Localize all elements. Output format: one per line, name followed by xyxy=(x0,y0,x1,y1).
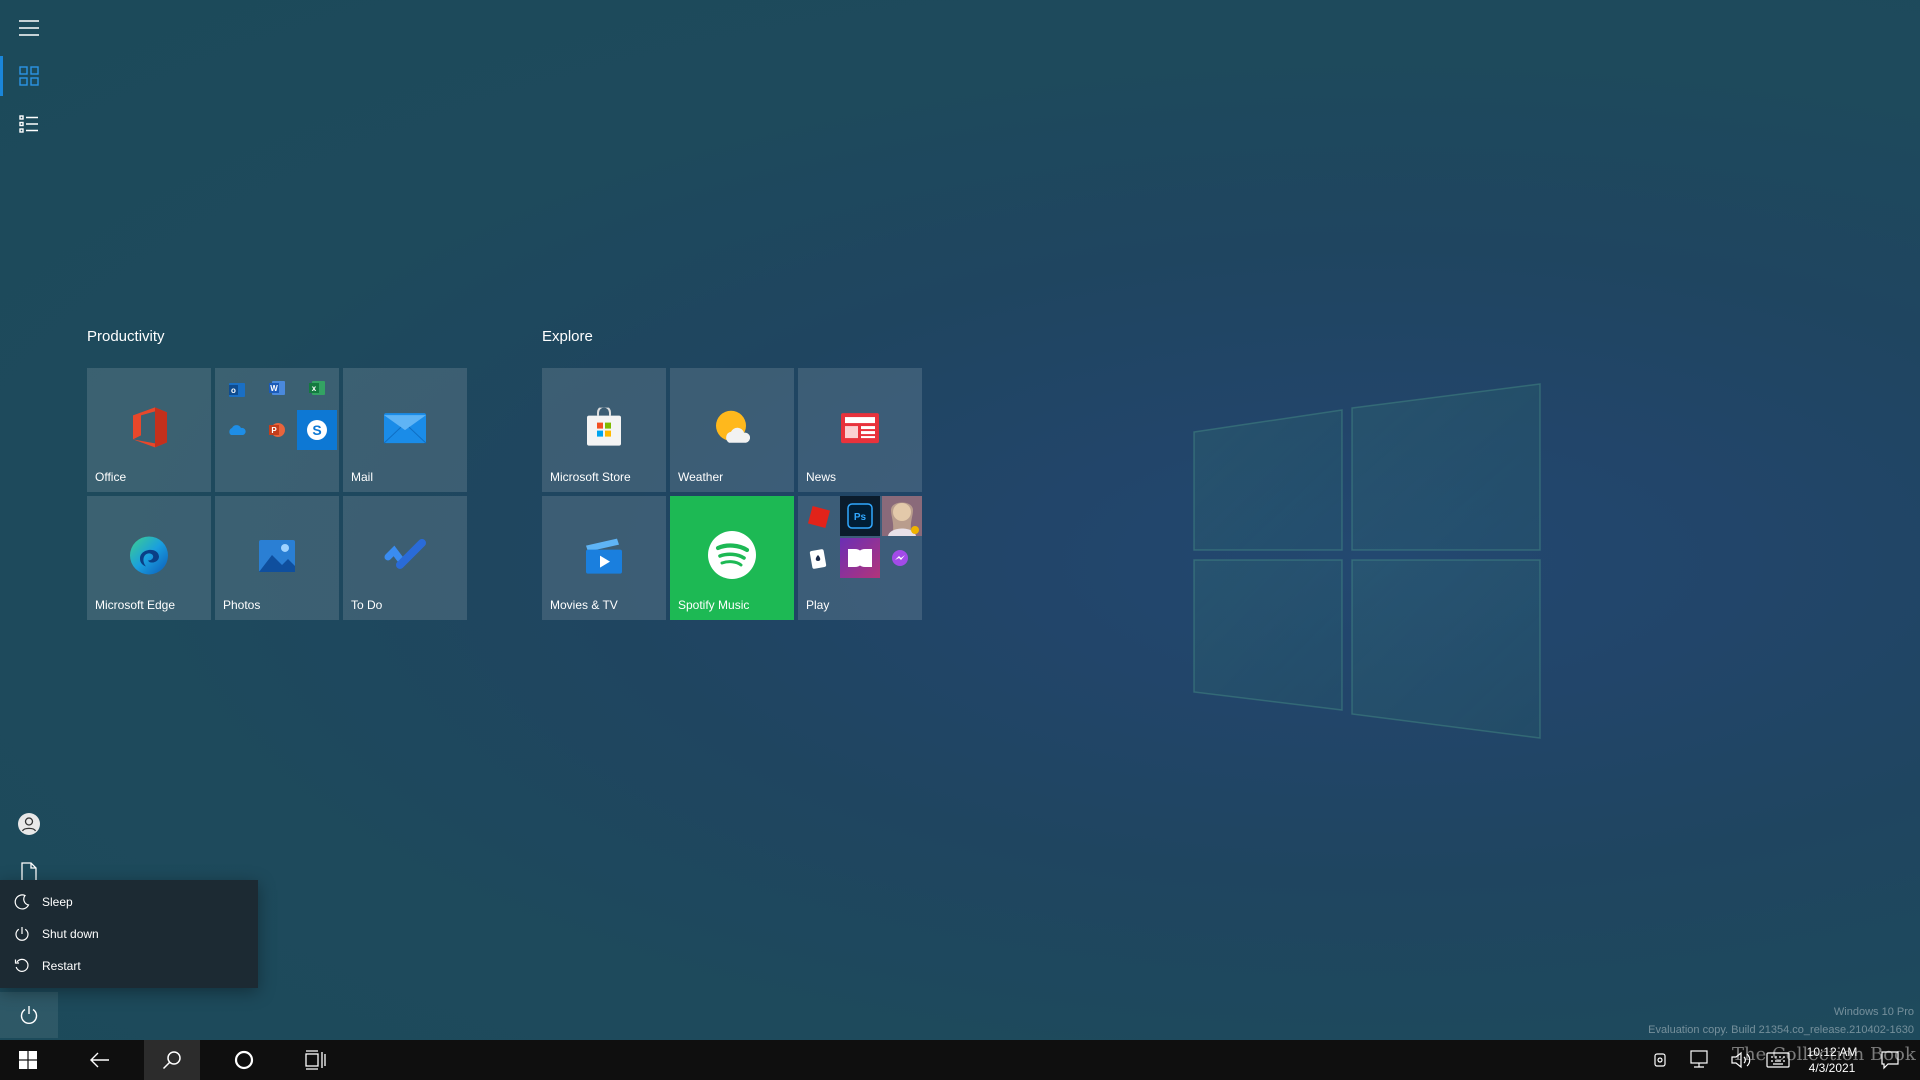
tile-weather[interactable]: Weather xyxy=(670,368,794,492)
svg-text:W: W xyxy=(270,384,278,393)
account-button[interactable] xyxy=(0,800,58,848)
photoshop-express-icon: Ps xyxy=(840,496,880,536)
office-icon xyxy=(133,407,167,448)
roblox-icon xyxy=(806,504,832,530)
edge-icon xyxy=(130,536,168,575)
game-avatar-icon xyxy=(882,496,922,536)
list-icon xyxy=(19,115,38,133)
power-button[interactable] xyxy=(0,992,58,1038)
restart-icon xyxy=(14,958,29,972)
tile-label: Photos xyxy=(223,598,261,612)
tile-office-apps-folder[interactable]: o W x P S xyxy=(215,368,339,492)
solitaire-icon xyxy=(808,548,830,570)
tile-spotify-music[interactable]: Spotify Music xyxy=(670,496,794,620)
sun-cloud-icon xyxy=(716,410,751,443)
tile-label: Mail xyxy=(351,470,374,484)
user-avatar-icon xyxy=(18,813,40,835)
moon-icon xyxy=(14,894,30,910)
search-button[interactable] xyxy=(144,1040,200,1080)
power-icon xyxy=(15,927,29,941)
dolby-icon xyxy=(840,538,880,578)
tile-label: Office xyxy=(95,470,127,484)
taskbar: 10:12 AM 4/3/2021 xyxy=(0,1040,1920,1080)
task-view-button[interactable] xyxy=(288,1040,344,1080)
tile-play-folder[interactable]: Ps Play xyxy=(798,496,922,620)
skype-icon: S xyxy=(297,410,337,450)
group-title-productivity[interactable]: Productivity xyxy=(87,328,165,345)
excel-icon: x xyxy=(307,378,327,398)
document-icon xyxy=(21,862,37,882)
power-menu-sleep[interactable]: Sleep xyxy=(0,886,258,918)
all-apps-button[interactable] xyxy=(0,100,58,148)
brand-watermark: The Collection Book xyxy=(1732,1044,1916,1065)
svg-text:P: P xyxy=(271,426,277,435)
tile-movies-and-tv[interactable]: Movies & TV xyxy=(542,496,666,620)
power-options-menu: Sleep Shut down Restart xyxy=(0,880,258,988)
tile-news[interactable]: News xyxy=(798,368,922,492)
messenger-icon xyxy=(890,548,910,568)
svg-text:o: o xyxy=(231,386,236,395)
checkmark-icon xyxy=(384,538,426,569)
wired-network-icon[interactable] xyxy=(1688,1048,1710,1070)
search-icon xyxy=(162,1051,181,1070)
film-play-icon xyxy=(586,538,622,574)
start-button[interactable] xyxy=(0,1040,56,1080)
newspaper-icon xyxy=(841,413,879,444)
tile-photos[interactable]: Photos xyxy=(215,496,339,620)
back-arrow-icon xyxy=(90,1052,109,1068)
tile-label: Microsoft Store xyxy=(550,470,631,484)
tile-microsoft-store[interactable]: Microsoft Store xyxy=(542,368,666,492)
expand-menu-button[interactable] xyxy=(0,4,58,52)
tile-label: To Do xyxy=(351,598,383,612)
tile-label: Weather xyxy=(678,470,724,484)
tile-label: Play xyxy=(806,598,830,612)
desktop: Productivity Explore Office o W x P S Ma… xyxy=(0,0,1920,1040)
photos-icon xyxy=(259,539,295,572)
store-bag-icon xyxy=(587,407,621,446)
tile-label: Movies & TV xyxy=(550,598,618,612)
svg-text:Ps: Ps xyxy=(854,512,867,523)
tiles-icon xyxy=(19,66,39,86)
tile-label: Spotify Music xyxy=(678,598,750,612)
pinned-tiles-button[interactable] xyxy=(0,52,58,100)
word-icon: W xyxy=(267,378,287,398)
wallpaper-windows-logo xyxy=(1193,383,1541,739)
tile-label: News xyxy=(806,470,837,484)
tile-microsoft-edge[interactable]: Microsoft Edge xyxy=(87,496,211,620)
build-watermark: Evaluation copy. Build 21354.co_release.… xyxy=(1648,1024,1914,1036)
power-menu-shut-down[interactable]: Shut down xyxy=(0,918,258,950)
svg-text:x: x xyxy=(312,384,317,393)
onedrive-icon xyxy=(227,420,247,440)
power-icon xyxy=(20,1006,38,1024)
outlook-icon: o xyxy=(227,380,247,400)
hamburger-icon xyxy=(19,20,39,36)
tile-mail[interactable]: Mail xyxy=(343,368,467,492)
spotify-icon xyxy=(708,531,756,579)
windows-logo-icon xyxy=(19,1051,37,1069)
powerpoint-icon: P xyxy=(267,420,287,440)
mail-icon xyxy=(383,413,427,444)
network-device-icon[interactable] xyxy=(1652,1050,1668,1070)
tile-label: Microsoft Edge xyxy=(95,598,176,612)
group-title-explore[interactable]: Explore xyxy=(542,328,593,345)
cortana-button[interactable] xyxy=(216,1040,272,1080)
edition-watermark: Windows 10 Pro xyxy=(1833,1006,1914,1018)
back-button[interactable] xyxy=(72,1040,128,1080)
tile-office[interactable]: Office xyxy=(87,368,211,492)
power-menu-restart[interactable]: Restart xyxy=(0,950,258,982)
task-view-icon xyxy=(305,1050,326,1070)
svg-text:S: S xyxy=(312,422,321,438)
tile-to-do[interactable]: To Do xyxy=(343,496,467,620)
cortana-circle-icon xyxy=(234,1050,254,1070)
